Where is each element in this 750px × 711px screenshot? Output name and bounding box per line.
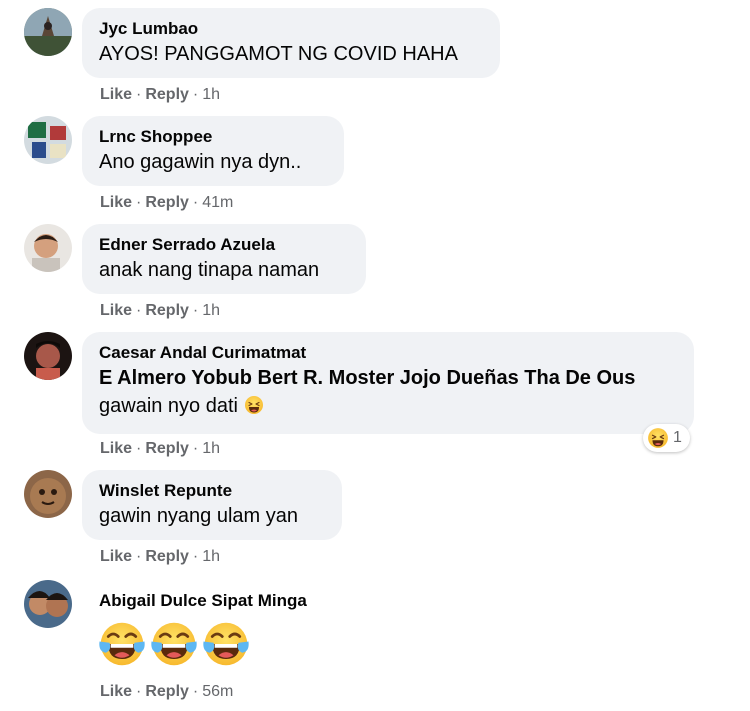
comment-bubble: Abigail Dulce Sipat Minga [82, 580, 382, 672]
like-link[interactable]: Like [100, 194, 132, 211]
avatar[interactable] [24, 332, 72, 380]
comment-bubble: Jyc Lumbao AYOS! PANGGAMOT NG COVID HAHA [82, 8, 500, 78]
commenter-name[interactable]: Jyc Lumbao [99, 19, 484, 39]
comment-actions: Like · Reply · 1h [100, 548, 220, 566]
comment-actions: Like · Reply · 1h [100, 302, 220, 320]
avatar[interactable] [24, 8, 72, 56]
reaction-count: 1 [673, 429, 682, 446]
timestamp[interactable]: 1h [202, 86, 220, 103]
laughing-face-icon [244, 395, 264, 415]
separator: · [192, 440, 199, 457]
comment-text: Ano gagawin nya dyn.. [99, 151, 302, 173]
separator: · [136, 440, 142, 457]
laughing-face-icon [647, 427, 669, 449]
comment-actions: Like · Reply · 1h [100, 86, 220, 104]
comment-text-body: gawain nyo dati [99, 395, 238, 417]
timestamp[interactable]: 1h [202, 548, 220, 565]
comment-text: AYOS! PANGGAMOT NG COVID HAHA [99, 43, 458, 65]
reply-link[interactable]: Reply [145, 194, 189, 211]
timestamp[interactable]: 41m [202, 194, 233, 211]
reply-link[interactable]: Reply [145, 548, 189, 565]
separator: · [192, 86, 199, 103]
avatar[interactable] [24, 116, 72, 164]
comment-actions: Like · Reply · 1h [100, 440, 220, 458]
separator: · [136, 86, 142, 103]
avatar[interactable] [24, 224, 72, 272]
commenter-name[interactable]: Edner Serrado Azuela [99, 235, 350, 255]
comment-bubble: Winslet Repunte gawin nyang ulam yan [82, 470, 342, 540]
reply-link[interactable]: Reply [145, 86, 189, 103]
timestamp[interactable]: 1h [202, 302, 220, 319]
comment-bubble: Lrnc Shoppee Ano gagawin nya dyn.. [82, 116, 344, 186]
separator: · [136, 683, 142, 700]
like-link[interactable]: Like [100, 548, 132, 565]
comment-bubble: Caesar Andal Curimatmat E Almero Yobub B… [82, 332, 694, 434]
timestamp[interactable]: 56m [202, 683, 233, 700]
like-link[interactable]: Like [100, 683, 132, 700]
separator: · [136, 548, 142, 565]
avatar[interactable] [24, 580, 72, 628]
avatar[interactable] [24, 470, 72, 518]
commenter-name[interactable]: Caesar Andal Curimatmat [99, 343, 678, 363]
tagged-names[interactable]: E Almero Yobub Bert R. Moster Jojo Dueña… [99, 365, 678, 391]
comment-text: anak nang tinapa naman [99, 259, 320, 281]
like-link[interactable]: Like [100, 86, 132, 103]
comment-text: gawin nyang ulam yan [99, 505, 299, 527]
comment-bubble: Edner Serrado Azuela anak nang tinapa na… [82, 224, 366, 294]
comment-text: gawain nyo dati [99, 393, 678, 419]
separator: · [192, 302, 199, 319]
like-link[interactable]: Like [100, 302, 132, 319]
commenter-name[interactable]: Abigail Dulce Sipat Minga [99, 591, 366, 611]
separator: · [136, 194, 142, 211]
reaction-summary[interactable]: 1 [643, 424, 690, 452]
commenter-name[interactable]: Winslet Repunte [99, 481, 326, 501]
comment-actions: Like · Reply · 56m [100, 683, 233, 701]
like-link[interactable]: Like [100, 440, 132, 457]
emoji-row [97, 619, 366, 674]
tears-of-joy-icon [201, 619, 251, 669]
reply-link[interactable]: Reply [145, 440, 189, 457]
tears-of-joy-icon [149, 619, 199, 669]
comment-actions: Like · Reply · 41m [100, 194, 233, 212]
tears-of-joy-icon [97, 619, 147, 669]
reply-link[interactable]: Reply [145, 302, 189, 319]
separator: · [192, 683, 199, 700]
separator: · [136, 302, 142, 319]
reply-link[interactable]: Reply [145, 683, 189, 700]
separator: · [192, 194, 199, 211]
separator: · [192, 548, 199, 565]
timestamp[interactable]: 1h [202, 440, 220, 457]
commenter-name[interactable]: Lrnc Shoppee [99, 127, 328, 147]
